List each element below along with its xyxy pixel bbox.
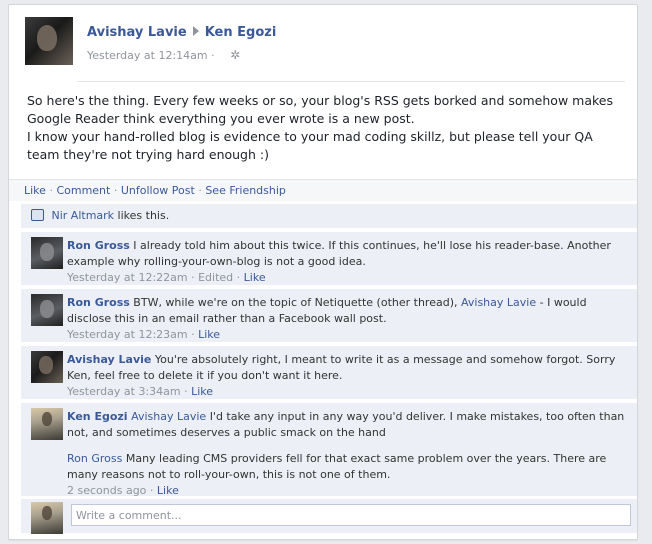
comment-body: Ron Gross I already told him about this … bbox=[67, 238, 627, 270]
comment-author-link[interactable]: Ken Egozi bbox=[67, 410, 128, 423]
action-separator: · bbox=[49, 184, 53, 197]
unfollow-post-link[interactable]: Unfollow Post bbox=[121, 184, 195, 197]
author-link[interactable]: Avishay Lavie bbox=[87, 25, 187, 40]
post-text-paragraph-2: I know your hand-rolled blog is evidence… bbox=[27, 129, 593, 163]
comment-mention-link[interactable]: Avishay Lavie bbox=[131, 410, 206, 423]
comment-item: Ron Gross I already told him about this … bbox=[21, 231, 637, 285]
comment-edited-label[interactable]: Edited bbox=[198, 271, 233, 284]
comment-meta: Yesterday at 3:34am · Like bbox=[67, 385, 627, 398]
thumbs-up-icon bbox=[31, 209, 44, 221]
comment-composer bbox=[21, 499, 637, 534]
meta-separator: · bbox=[211, 49, 215, 62]
comment-mention-link[interactable]: Ron Gross bbox=[67, 452, 122, 465]
commenter-avatar[interactable] bbox=[31, 408, 63, 440]
likes-suffix: likes this. bbox=[117, 209, 170, 222]
comment-body: Ken Egozi Avishay Lavie I'd take any inp… bbox=[67, 409, 627, 441]
comment-like-link[interactable]: Like bbox=[198, 328, 220, 341]
comment-timestamp[interactable]: 2 seconds ago bbox=[67, 484, 146, 497]
see-friendship-link[interactable]: See Friendship bbox=[205, 184, 286, 197]
story-actors: Avishay Lavie Ken Egozi bbox=[87, 25, 276, 40]
comment-item: Ken Egozi Avishay Lavie I'd take any inp… bbox=[21, 402, 637, 497]
comment-meta: Yesterday at 12:23am · Like bbox=[67, 328, 627, 341]
comment-body: Avishay Lavie You're absolutely right, I… bbox=[67, 352, 627, 384]
comment-mention-link[interactable]: Avishay Lavie bbox=[461, 296, 536, 309]
comment-text: I already told him about this twice. If … bbox=[67, 239, 611, 268]
comment-author-link[interactable]: Ron Gross bbox=[67, 239, 130, 252]
comment-meta: Yesterday at 12:22am · Edited · Like bbox=[67, 271, 627, 284]
comment-item: Avishay Lavie You're absolutely right, I… bbox=[21, 345, 637, 399]
action-separator: · bbox=[198, 184, 202, 197]
commenter-avatar[interactable] bbox=[31, 351, 63, 383]
comment-text: BTW, while we're on the topic of Netique… bbox=[133, 296, 458, 309]
comment-timestamp[interactable]: Yesterday at 12:23am bbox=[67, 328, 188, 341]
comment-like-link[interactable]: Like bbox=[157, 484, 179, 497]
write-comment-input[interactable] bbox=[71, 504, 631, 526]
viewer-avatar bbox=[31, 502, 63, 534]
story-actions: Like · Comment · Unfollow Post · See Fri… bbox=[9, 179, 637, 201]
comment-like-link[interactable]: Like bbox=[244, 271, 266, 284]
comment-author-link[interactable]: Avishay Lavie bbox=[67, 353, 151, 366]
comment-like-link[interactable]: Like bbox=[191, 385, 213, 398]
gear-icon[interactable]: ✲ bbox=[230, 48, 240, 62]
author-avatar[interactable] bbox=[25, 17, 73, 65]
commenter-avatar[interactable] bbox=[31, 237, 63, 269]
comment-text: Many leading CMS providers fell for that… bbox=[67, 451, 607, 481]
like-link[interactable]: Like bbox=[24, 184, 46, 197]
comment-meta: 2 seconds ago · Like bbox=[67, 484, 627, 497]
right-arrow-icon bbox=[192, 26, 199, 36]
story-meta: Yesterday at 12:14am · ✲ bbox=[87, 48, 240, 62]
comment-author-link[interactable]: Ron Gross bbox=[67, 296, 130, 309]
header-divider bbox=[77, 81, 625, 82]
meta-separator: · bbox=[191, 270, 195, 284]
comment-body: Ron Gross BTW, while we're on the topic … bbox=[67, 295, 627, 327]
comment-link[interactable]: Comment bbox=[56, 184, 110, 197]
story-card: Avishay Lavie Ken Egozi Yesterday at 12:1… bbox=[8, 4, 638, 540]
comment-item: Ron Gross BTW, while we're on the topic … bbox=[21, 288, 637, 342]
post-body: So here's the thing. Every few weeks or … bbox=[27, 92, 627, 165]
commenter-avatar[interactable] bbox=[31, 294, 63, 326]
comment-timestamp[interactable]: Yesterday at 3:34am bbox=[67, 385, 181, 398]
liker-link[interactable]: Nir Altmark bbox=[52, 209, 115, 222]
comment-body-continued: Ron Gross Many leading CMS providers fel… bbox=[67, 451, 627, 483]
likes-summary: Nir Altmark likes this. bbox=[21, 204, 637, 228]
recipient-link[interactable]: Ken Egozi bbox=[205, 25, 277, 40]
comment-timestamp[interactable]: Yesterday at 12:22am bbox=[67, 271, 188, 284]
action-separator: · bbox=[113, 184, 118, 197]
post-timestamp[interactable]: Yesterday at 12:14am bbox=[87, 49, 208, 62]
meta-separator: · bbox=[184, 384, 188, 398]
post-text-paragraph-1: So here's the thing. Every few weeks or … bbox=[27, 93, 613, 127]
meta-separator: · bbox=[236, 270, 241, 284]
meta-separator: · bbox=[149, 483, 154, 497]
meta-separator: · bbox=[191, 327, 195, 341]
